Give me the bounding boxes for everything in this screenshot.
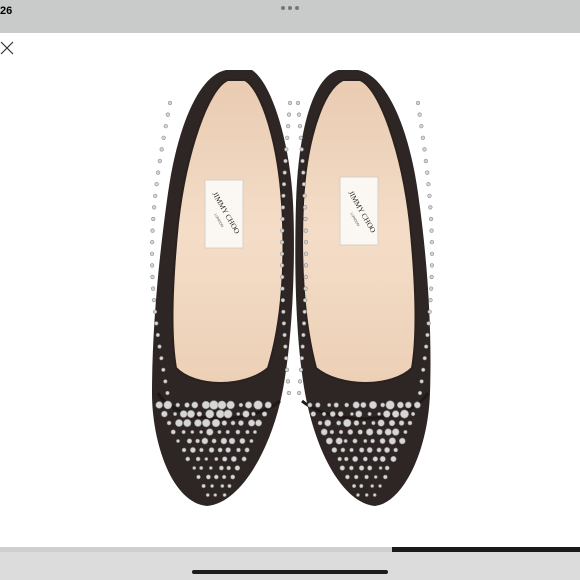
product-photo: JIMMY CHOO LONDON JIMMY CHOO LONDON xyxy=(0,33,580,547)
right-brand-label: JIMMY CHOO LONDON xyxy=(340,177,378,245)
status-bar: 26 xyxy=(0,0,580,33)
status-time: 26 xyxy=(0,5,12,17)
close-x-icon[interactable] xyxy=(0,41,16,57)
right-shoe xyxy=(295,70,430,506)
more-dots-icon[interactable] xyxy=(281,6,301,14)
carousel-progress xyxy=(0,547,580,552)
left-brand-label: JIMMY CHOO LONDON xyxy=(205,180,243,248)
carousel-progress-fill xyxy=(392,547,580,552)
home-indicator[interactable] xyxy=(192,570,388,574)
